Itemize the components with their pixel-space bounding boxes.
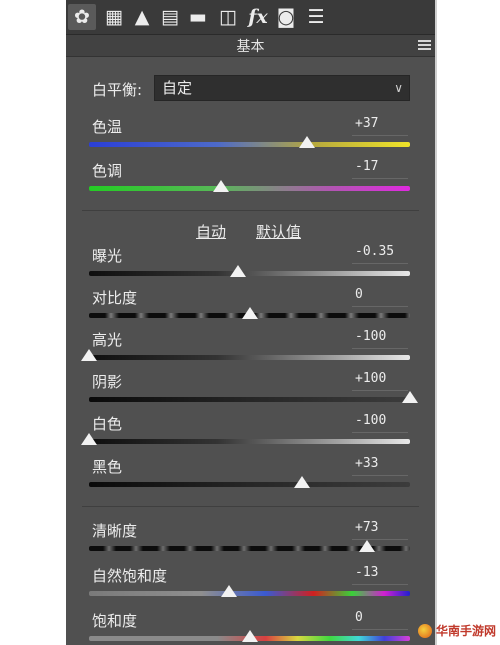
- highlights-slider-thumb[interactable]: [81, 349, 97, 361]
- white-balance-select[interactable]: 自定 ∨: [154, 75, 410, 101]
- slider-label-contrast: 对比度: [92, 289, 138, 307]
- clarity-slider-thumb[interactable]: [358, 540, 375, 552]
- watermark-logo-icon: [417, 623, 432, 638]
- slider-label-shadows: 阴影: [92, 373, 123, 391]
- blacks-slider-thumb[interactable]: [294, 476, 311, 488]
- saturation-value-field[interactable]: 0: [352, 608, 408, 630]
- saturation-slider-thumb[interactable]: [241, 630, 258, 642]
- hsl-icon[interactable]: ▤: [156, 4, 184, 30]
- shadows-slider-thumb[interactable]: [402, 391, 418, 403]
- tone-curve-icon[interactable]: ▦: [100, 4, 128, 30]
- split-toning-icon[interactable]: ▬: [184, 4, 212, 30]
- camera-calibration-icon[interactable]: ◙: [272, 4, 300, 30]
- whites-slider-thumb[interactable]: [81, 433, 97, 445]
- slider-label-exposure: 曝光: [92, 247, 123, 265]
- auto-link[interactable]: 自动: [196, 221, 226, 242]
- panel-header: 基本: [66, 35, 435, 57]
- whites-value-field[interactable]: -100: [352, 411, 408, 433]
- vibrance-slider-track[interactable]: [89, 591, 410, 596]
- temperature-slider-thumb[interactable]: [299, 136, 316, 148]
- basic-panel: ✿ ▦ ▲ ▤ ▬ ◫ fx ◙ ☰ 基本 白平衡: 自定 ∨ 色温 +37 色…: [66, 0, 435, 645]
- basic-tab-icon[interactable]: ✿: [68, 4, 96, 30]
- temperature-value-field[interactable]: +37: [352, 114, 408, 136]
- panel-title: 基本: [236, 39, 265, 55]
- white-balance-value: 自定: [162, 79, 193, 97]
- slider-label-clarity: 清晰度: [92, 522, 138, 540]
- slider-label-whites: 白色: [92, 415, 123, 433]
- vibrance-value-field[interactable]: -13: [352, 563, 408, 585]
- slider-label-blacks: 黑色: [92, 458, 123, 476]
- auto-default-row: 自动 默认值: [66, 221, 435, 241]
- white-balance-label: 白平衡:: [92, 81, 143, 99]
- tint-slider-track[interactable]: [89, 186, 410, 191]
- shadows-value-field[interactable]: +100: [352, 369, 408, 391]
- section-divider: [82, 210, 419, 211]
- exposure-slider-track[interactable]: [89, 271, 410, 276]
- effects-icon[interactable]: fx: [244, 4, 272, 30]
- highlights-value-field[interactable]: -100: [352, 327, 408, 349]
- lens-corrections-icon[interactable]: ◫: [214, 4, 242, 30]
- tint-slider-thumb[interactable]: [212, 180, 229, 192]
- chevron-down-icon: ∨: [394, 81, 403, 95]
- slider-label-saturation: 饱和度: [92, 612, 138, 630]
- slider-label-vibrance: 自然饱和度: [92, 567, 168, 585]
- clarity-value-field[interactable]: +73: [352, 518, 408, 540]
- vibrance-slider-thumb[interactable]: [220, 585, 237, 597]
- panel-scrollbar[interactable]: [435, 0, 437, 645]
- exposure-value-field[interactable]: -0.35: [352, 242, 408, 264]
- exposure-slider-thumb[interactable]: [230, 265, 247, 277]
- contrast-slider-thumb[interactable]: [241, 307, 258, 319]
- panel-toolbar: ✿ ▦ ▲ ▤ ▬ ◫ fx ◙ ☰: [66, 0, 435, 35]
- temperature-slider-track[interactable]: [89, 142, 410, 147]
- watermark: 华南手游网: [417, 622, 496, 639]
- detail-icon[interactable]: ▲: [128, 4, 156, 30]
- slider-label-tint: 色调: [92, 162, 123, 180]
- slider-label-temperature: 色温: [92, 118, 123, 136]
- section-divider: [82, 506, 419, 507]
- presets-icon[interactable]: ☰: [302, 4, 330, 30]
- contrast-value-field[interactable]: 0: [352, 285, 408, 307]
- watermark-text: 华南手游网: [435, 624, 496, 638]
- whites-slider-track[interactable]: [89, 439, 410, 444]
- blacks-slider-track[interactable]: [89, 482, 410, 487]
- slider-label-highlights: 高光: [92, 331, 123, 349]
- blacks-value-field[interactable]: +33: [352, 454, 408, 476]
- highlights-slider-track[interactable]: [89, 355, 410, 360]
- default-link[interactable]: 默认值: [256, 221, 301, 242]
- panel-menu-icon[interactable]: [418, 40, 431, 51]
- tint-value-field[interactable]: -17: [352, 157, 408, 179]
- shadows-slider-track[interactable]: [89, 397, 410, 402]
